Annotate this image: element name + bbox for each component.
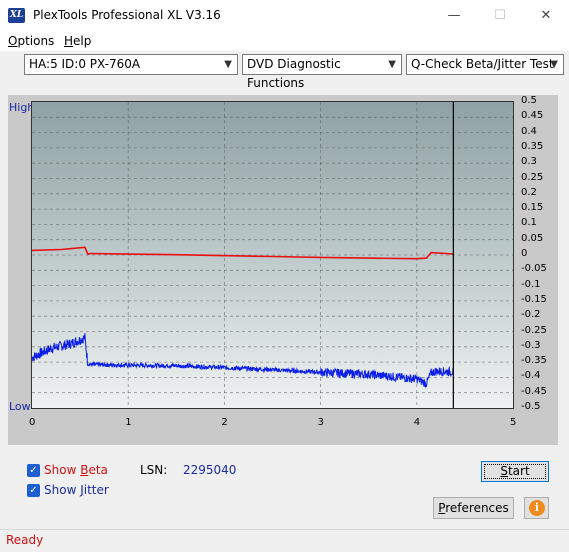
lsn-label: LSN:: [140, 463, 168, 477]
status-text: Ready: [6, 533, 44, 547]
y-tick-label: 0.4: [521, 125, 537, 137]
x-tick-label: 0: [29, 417, 36, 428]
status-bar: Ready: [0, 529, 569, 552]
beta-jitter-plot: [31, 101, 514, 409]
preferences-button-label: references: [445, 501, 509, 515]
y-tick-label: -0.4: [521, 370, 541, 382]
y-tick-label: 0.3: [521, 156, 537, 168]
drive-select[interactable]: HA:5 ID:0 PX-760A ▼: [24, 54, 238, 75]
axis-low-label: Low: [9, 400, 31, 413]
y-tick-label: -0.3: [521, 339, 541, 351]
close-icon[interactable]: ✕: [523, 0, 569, 31]
y-tick-label: -0.05: [521, 263, 547, 275]
y-tick-label: 0.25: [521, 171, 544, 183]
x-tick-label: 2: [221, 417, 228, 428]
lsn-value: 2295040: [183, 463, 237, 477]
info-button[interactable]: i: [524, 497, 549, 519]
y-tick-label: -0.15: [521, 293, 547, 305]
series-jitter-line: [32, 333, 454, 389]
y-tick-label: 0.15: [521, 202, 544, 214]
chevron-down-icon: ▼: [550, 59, 558, 70]
y-tick-label: 0.1: [521, 217, 537, 229]
app-logo-icon: XL: [8, 8, 25, 23]
menu-help-mnemonic: H: [64, 34, 74, 48]
y-tick-label: 0.2: [521, 186, 537, 198]
function-select[interactable]: DVD Diagnostic Functions ▼: [242, 54, 402, 90]
checkmark-icon: ✓: [27, 484, 40, 497]
show-beta-label: Show Beta: [44, 463, 108, 477]
y-tick-label: -0.5: [521, 401, 541, 412]
window-title: PlexTools Professional XL V3.16: [33, 8, 221, 22]
menu-options-label: ptions: [17, 34, 55, 48]
plot-canvas: [32, 102, 513, 408]
show-beta-label-post: eta: [88, 463, 108, 477]
title-bar: XL PlexTools Professional XL V3.16 — ☐ ✕: [0, 0, 569, 31]
show-beta-label-pre: Show: [44, 463, 81, 477]
test-select[interactable]: Q-Check Beta/Jitter Test ▼: [406, 54, 564, 75]
y-tick-label: 0.35: [521, 140, 544, 152]
x-tick-label: 4: [413, 417, 421, 428]
x-tick-label: 5: [510, 417, 517, 428]
show-jitter-label: Show Jitter: [44, 483, 109, 497]
y-tick-label: 0.05: [521, 232, 544, 244]
y-tick-label: -0.45: [521, 385, 547, 397]
info-icon: i: [529, 500, 545, 516]
chevron-down-icon: ▼: [388, 59, 396, 70]
show-jitter-label-post: itter: [83, 483, 109, 497]
function-select-value: DVD Diagnostic Functions: [247, 57, 341, 90]
x-tick-label: 3: [317, 417, 324, 428]
y-tick-label: -0.2: [521, 309, 541, 321]
checkmark-icon: ✓: [27, 464, 40, 477]
x-tick-label: 1: [125, 417, 132, 428]
show-jitter-label-pre: Show: [44, 483, 81, 497]
start-button[interactable]: Start: [481, 461, 549, 482]
y-tick-label: -0.25: [521, 324, 547, 336]
menu-help[interactable]: Help: [64, 34, 91, 48]
drive-select-value: HA:5 ID:0 PX-760A: [29, 57, 141, 71]
maximize-icon[interactable]: ☐: [477, 0, 523, 31]
y-tick-label: -0.35: [521, 355, 547, 367]
series-beta-line: [32, 246, 454, 260]
chevron-down-icon: ▼: [224, 59, 232, 70]
focus-ring: [484, 464, 546, 479]
y-tick-label: 0.5: [521, 95, 537, 106]
y-tick-label: 0.45: [521, 110, 544, 122]
minimize-icon[interactable]: —: [431, 0, 477, 31]
menu-bar: Options Help: [0, 31, 569, 51]
test-select-value: Q-Check Beta/Jitter Test: [411, 57, 554, 71]
y-tick-label: -0.1: [521, 278, 541, 290]
menu-help-label: elp: [73, 34, 92, 48]
menu-options[interactable]: Options: [8, 34, 54, 48]
y-tick-label: 0: [521, 248, 528, 259]
preferences-button[interactable]: Preferences: [433, 497, 514, 519]
